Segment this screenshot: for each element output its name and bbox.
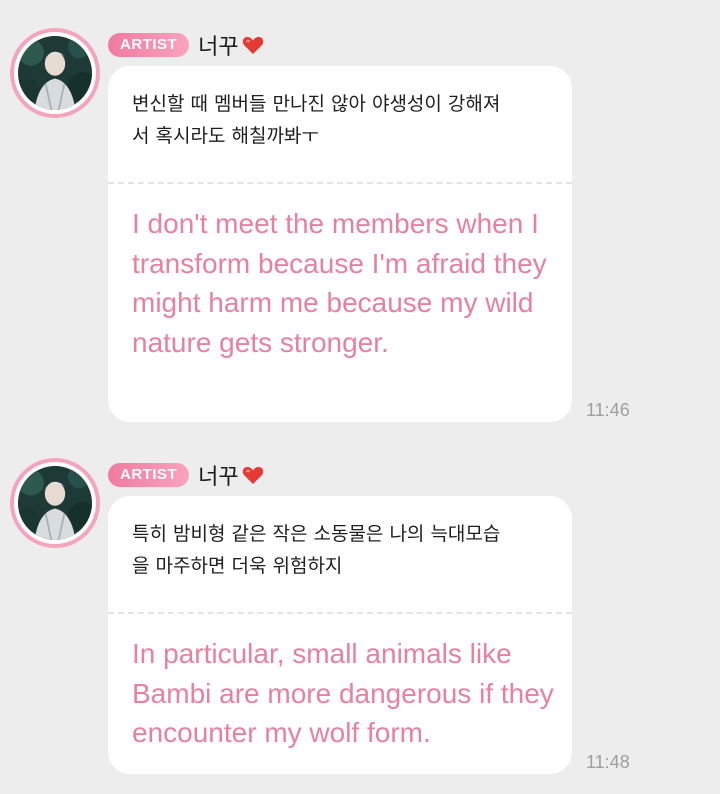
sender-row: ARTIST 너꾸 — [108, 30, 265, 60]
message-timestamp: 11:48 — [586, 752, 630, 772]
heart-icon — [242, 467, 263, 484]
chat-message: ARTIST 너꾸 특히 밤비형 같은 작은 소동물은 나의 늑대모습 을 마주… — [0, 458, 720, 778]
message-timestamp: 11:46 — [586, 400, 630, 420]
korean-message-text: 특히 밤비형 같은 작은 소동물은 나의 늑대모습 을 마주하면 더욱 위험하지 — [132, 523, 501, 577]
heart-icon — [242, 37, 263, 54]
artist-badge: ARTIST — [108, 33, 190, 57]
sender-row: ARTIST 너꾸 — [108, 460, 265, 490]
korean-message-text: 변신할 때 멤버들 만나진 않아 야생성이 강해져 서 혹시라도 해칠까봐ㅜ — [132, 93, 501, 147]
english-translation-text: I don't meet the members when I transfor… — [132, 208, 547, 358]
artist-name: 너꾸 — [198, 35, 239, 60]
english-translation-text: In particular, small animals like Bambi … — [132, 638, 554, 748]
translation-divider — [108, 612, 572, 614]
artist-avatar[interactable] — [10, 458, 100, 548]
message-bubble[interactable]: 변신할 때 멤버들 만나진 않아 야생성이 강해져 서 혹시라도 해칠까봐ㅜ I… — [108, 66, 572, 422]
artist-name: 너꾸 — [198, 465, 239, 490]
artist-avatar[interactable] — [10, 28, 100, 118]
message-bubble[interactable]: 특히 밤비형 같은 작은 소동물은 나의 늑대모습 을 마주하면 더욱 위험하지… — [108, 496, 572, 774]
artist-badge: ARTIST — [108, 463, 190, 487]
avatar-image — [18, 466, 92, 540]
chat-feed: ARTIST 너꾸 변신할 때 멤버들 만나진 않아 야생성이 강해져 서 혹시… — [0, 0, 720, 794]
avatar-image — [18, 36, 92, 110]
chat-message: ARTIST 너꾸 변신할 때 멤버들 만나진 않아 야생성이 강해져 서 혹시… — [0, 28, 720, 428]
translation-divider — [108, 182, 572, 184]
